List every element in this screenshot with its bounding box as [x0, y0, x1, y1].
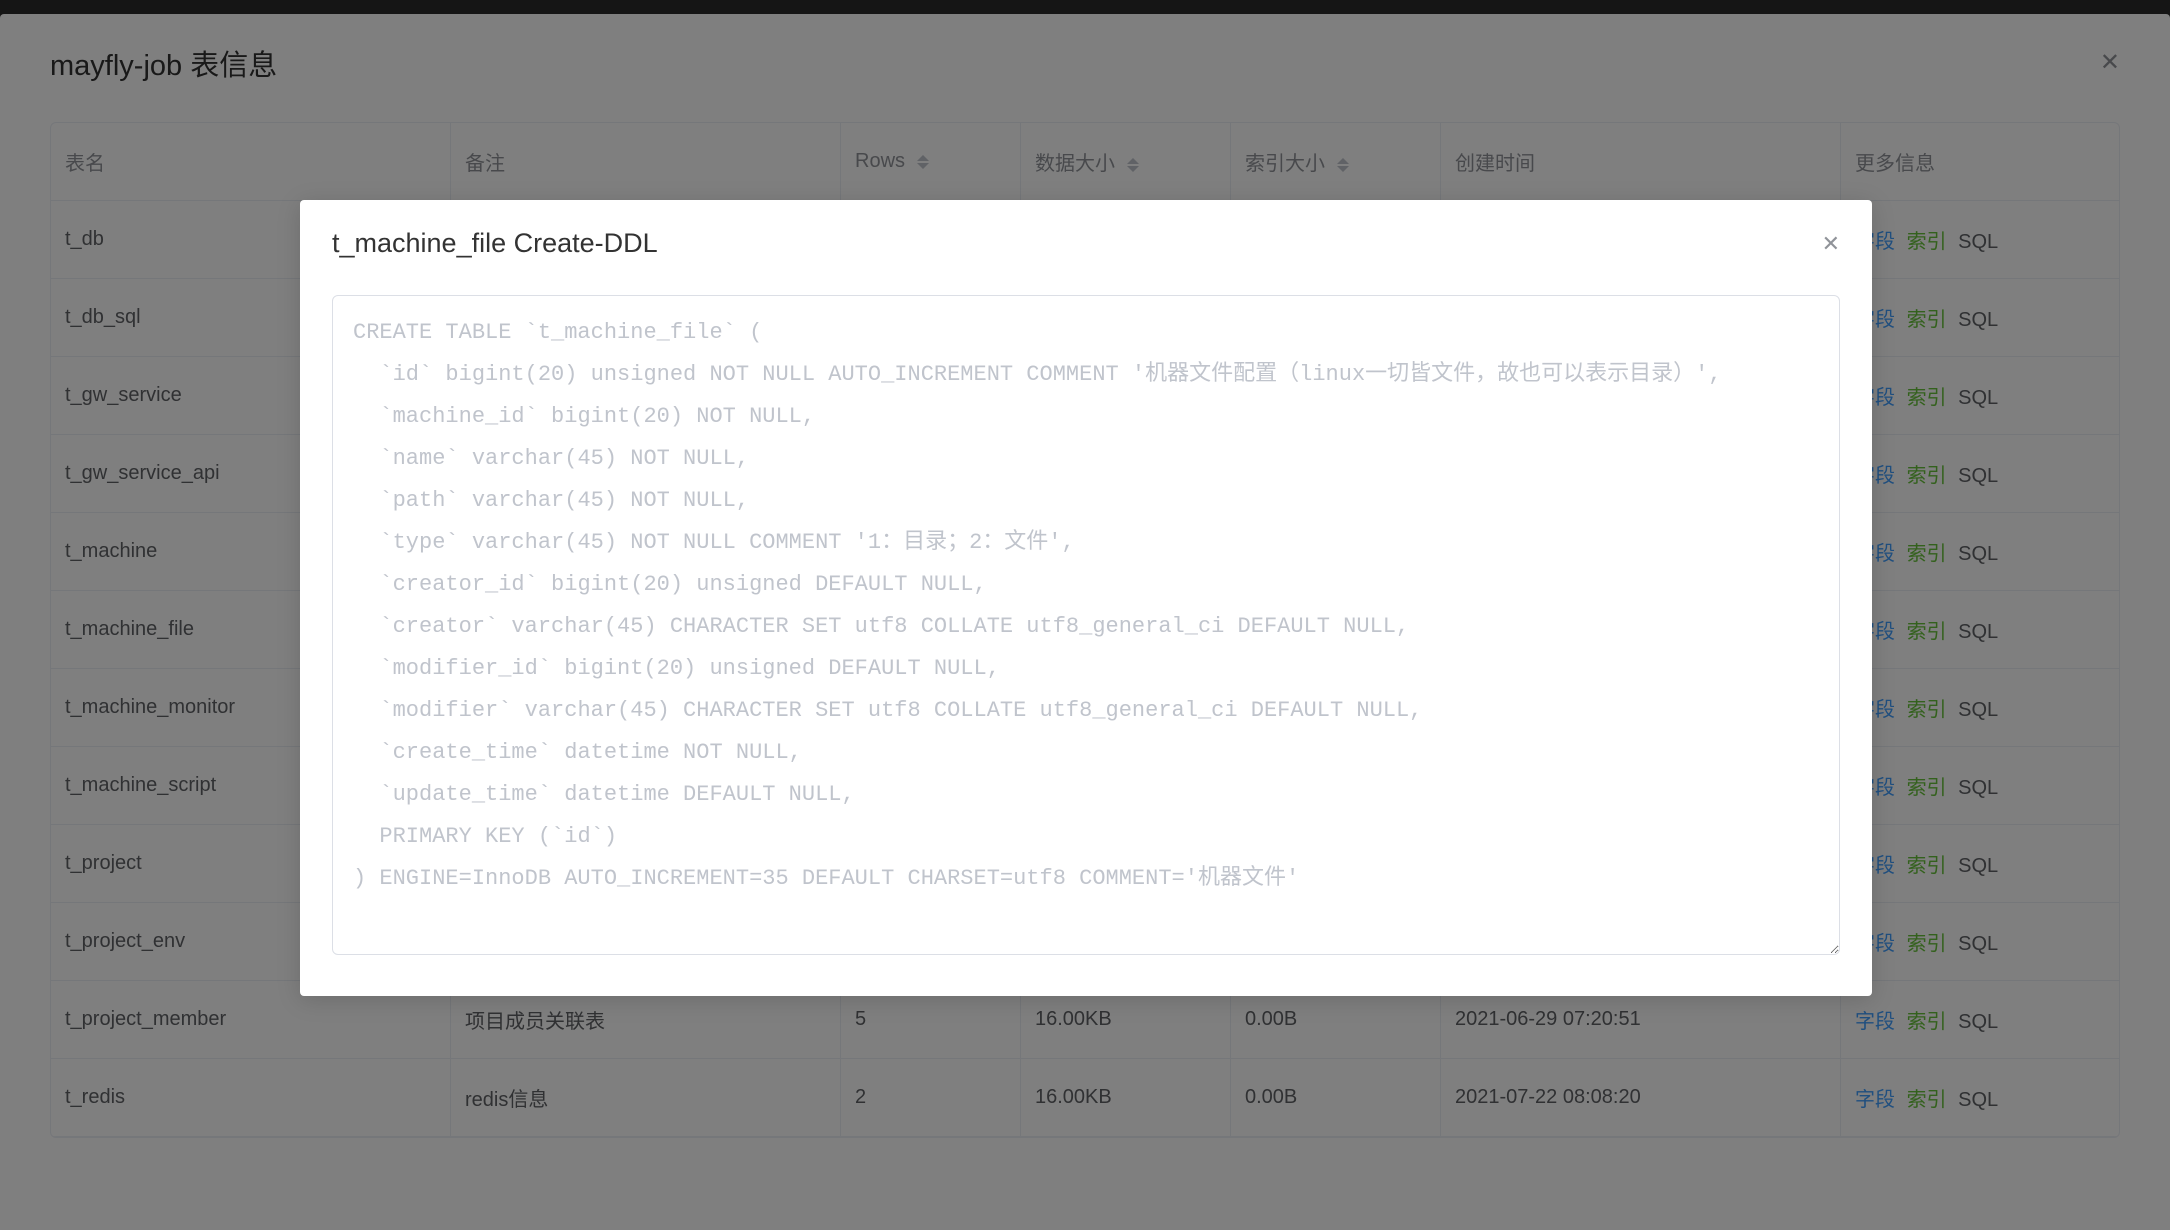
- ddl-modal-body: [300, 259, 1872, 996]
- close-icon[interactable]: ✕: [1822, 231, 1840, 257]
- ddl-modal-title: t_machine_file Create-DDL: [332, 228, 658, 259]
- ddl-modal-header: t_machine_file Create-DDL ✕: [300, 200, 1872, 259]
- ddl-modal: t_machine_file Create-DDL ✕: [300, 200, 1872, 996]
- ddl-textarea[interactable]: [332, 295, 1840, 955]
